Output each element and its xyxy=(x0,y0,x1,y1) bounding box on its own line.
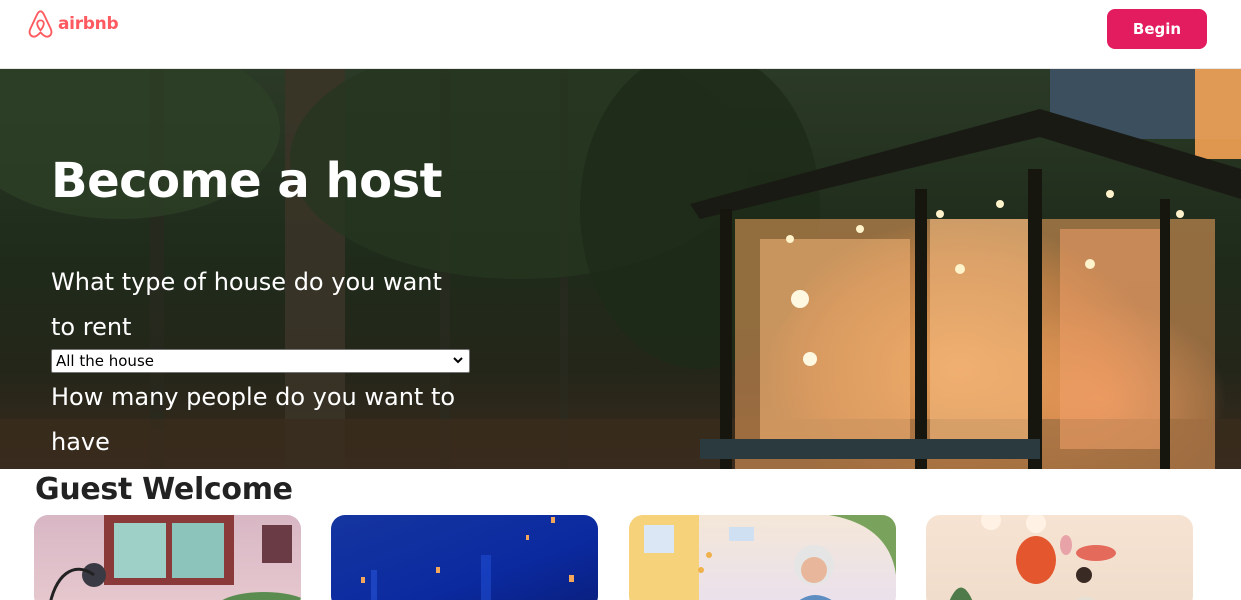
chevron-down-icon xyxy=(453,357,463,364)
house-type-selected-value: All the house xyxy=(56,352,154,370)
house-type-select[interactable]: All the house xyxy=(51,349,470,373)
top-header: airbnb Begin xyxy=(0,0,1241,69)
guest-card-2[interactable] xyxy=(331,515,598,600)
guest-card-1[interactable] xyxy=(34,515,301,600)
guest-welcome-title: Guest Welcome xyxy=(35,472,293,507)
begin-button[interactable]: Begin xyxy=(1107,9,1207,49)
logo-text: airbnb xyxy=(58,14,119,34)
guest-card-3-illustration xyxy=(629,515,896,600)
guest-card-1-illustration xyxy=(49,515,301,600)
hero-banner: Become a host What type of house do you … xyxy=(0,69,1241,469)
guest-card-2-illustration xyxy=(361,517,574,600)
airbnb-belo-icon xyxy=(28,10,53,38)
hero-title: Become a host xyxy=(51,153,443,209)
people-count-question: How many people do you want to have xyxy=(51,383,456,456)
house-type-question: What type of house do you want to rent xyxy=(51,268,442,341)
guest-card-4-illustration xyxy=(949,515,1116,600)
airbnb-logo[interactable]: airbnb xyxy=(27,9,119,39)
guest-card-4[interactable] xyxy=(926,515,1193,600)
guest-card-3[interactable] xyxy=(629,515,896,600)
